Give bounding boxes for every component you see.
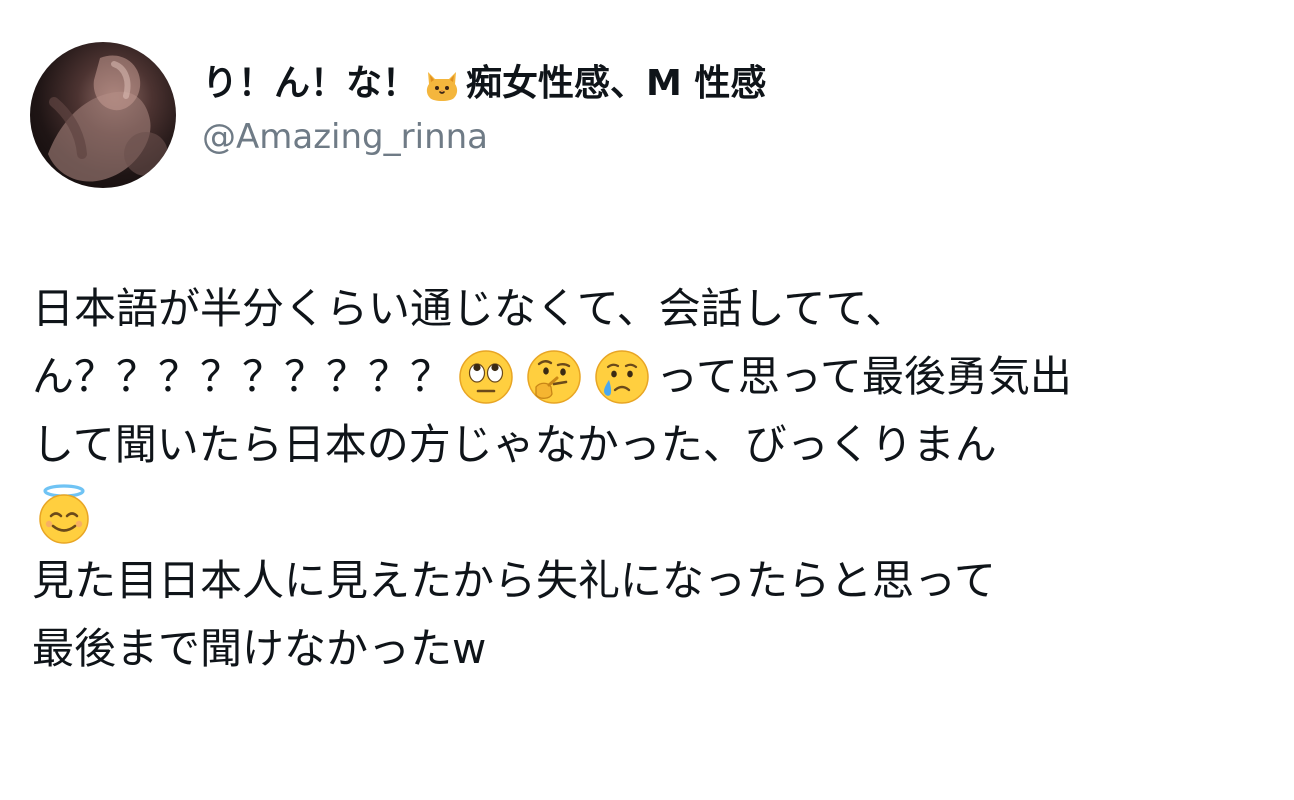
tweet-header: り！ん！な！ 痴女性感、M 性感 @Amazing_rinna xyxy=(30,42,1270,192)
display-name-part2: 痴女性感、M 性感 xyxy=(466,63,767,104)
tweet-line-1: 日本語が半分くらい通じなくて、会話してて、 xyxy=(32,284,908,333)
tweet-line: 最後まで聞けなかったw xyxy=(32,615,1272,683)
tweet-line-2-suffix: って思って最後勇気出 xyxy=(656,352,1072,401)
tweet-line-6: 最後まで聞けなかったw xyxy=(32,624,487,673)
tweet-line: 見た目日本人に見えたから失礼になったらと思って xyxy=(32,547,1272,615)
tweet-line-3: して聞いたら日本の方じゃなかった、びっくりまん xyxy=(32,420,997,469)
author-handle[interactable]: @Amazing_rinna xyxy=(202,116,766,158)
smiling-face-with-halo-emoji xyxy=(32,481,96,545)
tweet-line: して聞いたら日本の方じゃなかった、びっくりまん xyxy=(32,411,1272,479)
thinking-face-emoji xyxy=(526,349,582,405)
display-name[interactable]: り！ん！な！ 痴女性感、M 性感 xyxy=(202,62,766,106)
crying-face-emoji xyxy=(594,349,650,405)
tweet-text: 日本語が半分くらい通じなくて、会話してて、 ん？？？？？？？？？ って思って最後… xyxy=(32,275,1272,683)
tweet-line xyxy=(32,479,1272,547)
eyes-rolling-emoji xyxy=(458,349,514,405)
avatar-image xyxy=(48,55,168,182)
author-names: り！ん！な！ 痴女性感、M 性感 @Amazing_rinna xyxy=(202,62,766,158)
cat-face-icon xyxy=(422,64,462,104)
tweet-line: ん？？？？？？？？？ って思って最後勇気出 xyxy=(32,343,1272,411)
tweet-line: 日本語が半分くらい通じなくて、会話してて、 xyxy=(32,275,1272,343)
display-name-part1: り！ん！な！ xyxy=(202,63,419,104)
avatar[interactable] xyxy=(30,42,176,188)
tweet-line-5: 見た目日本人に見えたから失礼になったらと思って xyxy=(32,556,996,605)
tweet-line-2-prefix: ん？？？？？？？？？ xyxy=(32,352,453,401)
